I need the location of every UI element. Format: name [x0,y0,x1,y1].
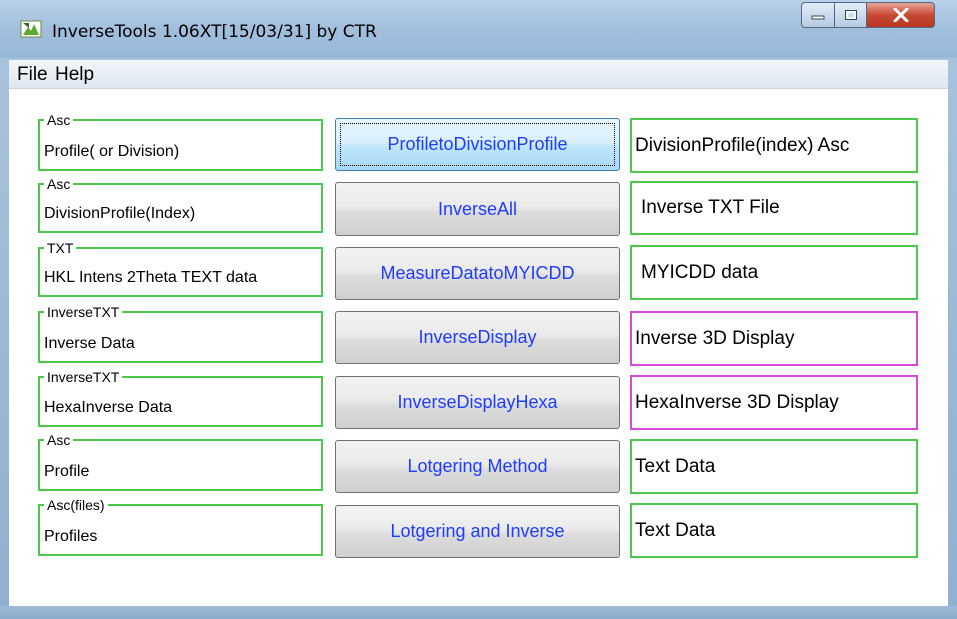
menu-help[interactable]: Help [55,64,94,86]
output-text-data-lotgering[interactable]: Text Data [630,439,918,494]
minimize-icon [811,15,825,20]
inverse-display-button[interactable]: InverseDisplay [335,311,620,364]
inverse-display-hexa-button[interactable]: InverseDisplayHexa [335,376,620,429]
input-group-hexainverse-data[interactable]: InverseTXT HexaInverse Data [38,369,323,427]
menu-bar: File Help [9,60,948,89]
group-legend: Asc [44,176,74,192]
output-inverse-txt-file[interactable]: Inverse TXT File [630,181,918,235]
output-text-data-lotgering-inverse[interactable]: Text Data [630,503,918,558]
main-panel: Asc Profile( or Division) ProfiletoDivis… [9,89,948,606]
maximize-icon [844,10,857,20]
measure-data-to-myicdd-button[interactable]: MeasureDatatoMYICDD [335,247,620,300]
input-group-hkl-text-data[interactable]: TXT HKL Intens 2Theta TEXT data [38,240,323,297]
group-legend: Asc [44,432,74,448]
group-value: Profile [44,463,90,480]
input-group-profiles[interactable]: Asc(files) Profiles [38,497,323,556]
group-legend: InverseTXT [44,369,123,385]
group-value: HKL Intens 2Theta TEXT data [44,269,258,286]
group-legend: Asc(files) [44,497,108,513]
group-value: HexaInverse Data [44,399,173,416]
group-legend: InverseTXT [44,304,123,320]
output-division-profile-index-asc[interactable]: DivisionProfile(index) Asc [630,118,918,173]
lotgering-method-button[interactable]: Lotgering Method [335,440,620,493]
close-button[interactable] [866,2,935,28]
maximize-button[interactable] [834,2,867,28]
lotgering-and-inverse-button[interactable]: Lotgering and Inverse [335,505,620,558]
group-value: Profiles [44,528,98,545]
group-value: Profile( or Division) [44,143,180,160]
menu-file[interactable]: File [17,64,48,86]
app-icon [20,20,42,38]
profile-to-division-profile-button[interactable]: ProfiletoDivisionProfile [335,118,620,171]
minimize-button[interactable] [801,2,835,28]
output-inverse-3d-display[interactable]: Inverse 3D Display [630,311,918,366]
inverse-all-button[interactable]: InverseAll [335,182,620,236]
input-group-division-profile-index[interactable]: Asc DivisionProfile(Index) [38,176,323,233]
group-value: Inverse Data [44,335,135,352]
output-myicdd-data[interactable]: MYICDD data [630,245,918,300]
group-legend: Asc [44,112,74,128]
input-group-inverse-data[interactable]: InverseTXT Inverse Data [38,304,323,363]
window-bottom-border [0,606,957,619]
input-group-profile[interactable]: Asc Profile [38,432,323,491]
input-group-profile-or-division[interactable]: Asc Profile( or Division) [38,112,323,171]
title-bar[interactable]: InverseTools 1.06XT[15/03/31] by CTR [0,0,957,58]
close-icon [893,8,908,22]
group-value: DivisionProfile(Index) [44,205,196,222]
window-title: InverseTools 1.06XT[15/03/31] by CTR [52,22,377,42]
app-window: InverseTools 1.06XT[15/03/31] by CTR Fil… [0,0,957,619]
group-legend: TXT [44,240,77,256]
output-hexainverse-3d-display[interactable]: HexaInverse 3D Display [630,375,918,430]
